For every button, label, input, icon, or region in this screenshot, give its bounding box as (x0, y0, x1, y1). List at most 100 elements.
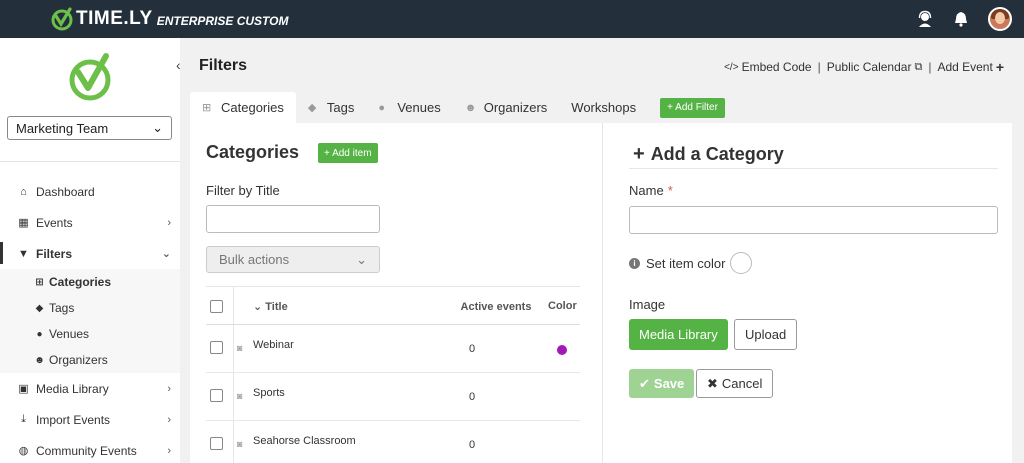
row-checkbox[interactable] (210, 341, 223, 354)
chevron-down-icon: ⌄ (152, 120, 163, 135)
filter-tabs: ⊞ Categories ◆ Tags ● Venues ☻ Organizer… (190, 92, 725, 123)
sidebar-item-label: Filters (36, 246, 73, 261)
sidebar-item-import-events[interactable]: ⤓ Import Events › (0, 404, 180, 435)
bulk-actions-select[interactable]: Bulk actions ⌄ (206, 246, 380, 273)
sidebar-item-events[interactable]: ▦ Events › (0, 207, 180, 238)
code-icon: </> (724, 61, 739, 73)
plus-icon: + (995, 59, 1004, 75)
tab-venues[interactable]: ● Venues (366, 92, 452, 123)
tab-tags[interactable]: ◆ Tags (296, 92, 366, 123)
tab-organizers[interactable]: ☻ Organizers (453, 92, 560, 123)
name-label: Name * (629, 183, 673, 198)
sidebar-subitem-label: Categories (49, 275, 112, 289)
name-input[interactable] (629, 206, 998, 234)
table-header: ⌄ Title Active events Color (206, 286, 580, 325)
globe-icon: ◍ (18, 445, 29, 457)
chevron-right-icon: › (167, 444, 171, 457)
sidebar-item-dashboard[interactable]: ⌂ Dashboard (0, 176, 180, 207)
sidebar-item-label: Community Events (36, 443, 137, 458)
sort-chevron-icon: ⌄ (253, 301, 263, 313)
calendar-icon: ▦ (18, 217, 29, 229)
add-item-button[interactable]: + Add item (318, 143, 378, 163)
support-agent-icon[interactable] (916, 10, 934, 28)
top-bar: TIME.LY ENTERPRISE CUSTOM (0, 0, 1024, 38)
row-title[interactable]: Webinar (253, 339, 294, 351)
public-calendar-link[interactable]: Public Calendar ⧉ (827, 60, 923, 74)
upload-button[interactable]: Upload (734, 319, 798, 350)
save-button[interactable]: ✔ Save (629, 369, 695, 398)
sidebar-item-community-events[interactable]: ◍ Community Events › (0, 435, 180, 463)
sidebar-subitem-label: Organizers (49, 353, 108, 367)
sidebar-item-filters[interactable]: ▼ Filters ⌄ (0, 238, 180, 269)
brand-name: TIME.LY (76, 8, 153, 29)
link-separator: | (928, 60, 932, 74)
color-dot (557, 345, 567, 355)
row-title[interactable]: Sports (253, 387, 285, 399)
sidebar-subitem-tags[interactable]: ◆ Tags (0, 295, 180, 321)
row-checkbox[interactable] (210, 389, 223, 402)
link-separator: | (817, 60, 821, 74)
sidebar-subitem-venues[interactable]: ● Venues (0, 321, 180, 347)
notifications-bell-icon[interactable] (952, 10, 970, 28)
embed-code-link[interactable]: </> Embed Code (724, 60, 812, 74)
image-label: Image (629, 297, 666, 312)
sidebar-divider (0, 161, 180, 162)
filter-by-title-input[interactable] (206, 205, 380, 233)
table-row[interactable]: ◙ Webinar 0 (206, 325, 580, 373)
sitemap-icon: ⊞ (35, 276, 44, 288)
users-icon: ☻ (464, 101, 477, 114)
table-row[interactable]: ◙ Sports 0 (206, 373, 580, 421)
add-filter-button[interactable]: + Add Filter (660, 97, 725, 118)
chevron-right-icon: › (167, 382, 171, 395)
required-mark: * (667, 183, 673, 198)
header-links: </> Embed Code | Public Calendar ⧉ | Add… (724, 59, 1004, 75)
bulk-actions-value: Bulk actions (219, 252, 290, 267)
brand-edition: ENTERPRISE CUSTOM (156, 13, 289, 28)
sidebar-item-label: Media Library (36, 381, 109, 396)
sidebar-item-label: Events (36, 215, 73, 230)
panel-divider (602, 123, 603, 463)
user-avatar[interactable] (988, 7, 1012, 31)
map-pin-icon: ● (378, 101, 385, 114)
column-title[interactable]: ⌄ Title (253, 300, 288, 313)
set-color-label: Set item color (646, 255, 726, 271)
form-title: + Add a Category (633, 143, 784, 165)
add-event-link[interactable]: Add Event + (937, 59, 1004, 75)
timely-logo-icon (51, 7, 73, 31)
row-active-events: 0 (468, 391, 476, 403)
sidebar-subitem-organizers[interactable]: ☻ Organizers (0, 347, 180, 373)
form-divider (629, 168, 998, 169)
download-icon: ⤓ (21, 413, 26, 425)
sidebar-subitem-categories[interactable]: ⊞ Categories (0, 269, 180, 295)
team-select[interactable]: Marketing Team ⌄ (7, 116, 172, 140)
row-checkbox[interactable] (210, 437, 223, 450)
image-icon: ▣ (18, 383, 29, 395)
color-picker-swatch[interactable] (730, 252, 753, 274)
cancel-button[interactable]: ✖ Cancel (696, 369, 774, 398)
chevron-right-icon: › (167, 216, 171, 229)
row-active-events: 0 (468, 439, 476, 451)
tab-categories[interactable]: ⊞ Categories (190, 92, 296, 123)
select-all-checkbox[interactable] (210, 300, 223, 313)
column-color: Color (548, 300, 577, 312)
collapse-sidebar-icon[interactable]: ‹ (176, 57, 190, 73)
team-select-value: Marketing Team (16, 120, 109, 136)
info-icon: i (629, 257, 640, 269)
tags-icon: ◆ (35, 302, 44, 314)
plus-icon: + (633, 143, 645, 165)
brand-logo[interactable]: TIME.LY ENTERPRISE CUSTOM (50, 7, 289, 31)
row-title[interactable]: Seahorse Classroom (253, 435, 356, 447)
row-active-events: 0 (468, 343, 476, 355)
table-row[interactable]: ◙ Seahorse Classroom 0 (206, 421, 580, 463)
filter-icon: ▼ (18, 247, 29, 260)
media-library-button[interactable]: Media Library (629, 319, 728, 350)
map-pin-icon: ● (36, 328, 43, 340)
users-icon: ☻ (34, 354, 45, 366)
close-icon: ✖ (707, 375, 718, 391)
sidebar-item-media-library[interactable]: ▣ Media Library › (0, 373, 180, 404)
camera-icon: ◙ (237, 343, 243, 353)
tab-workshops[interactable]: Workshops (559, 92, 648, 123)
filters-submenu: ⊞ Categories ◆ Tags ● Venues ☻ Organizer… (0, 269, 180, 373)
sidebar-item-label: Import Events (36, 412, 111, 427)
sidebar-logo-icon (69, 53, 111, 101)
